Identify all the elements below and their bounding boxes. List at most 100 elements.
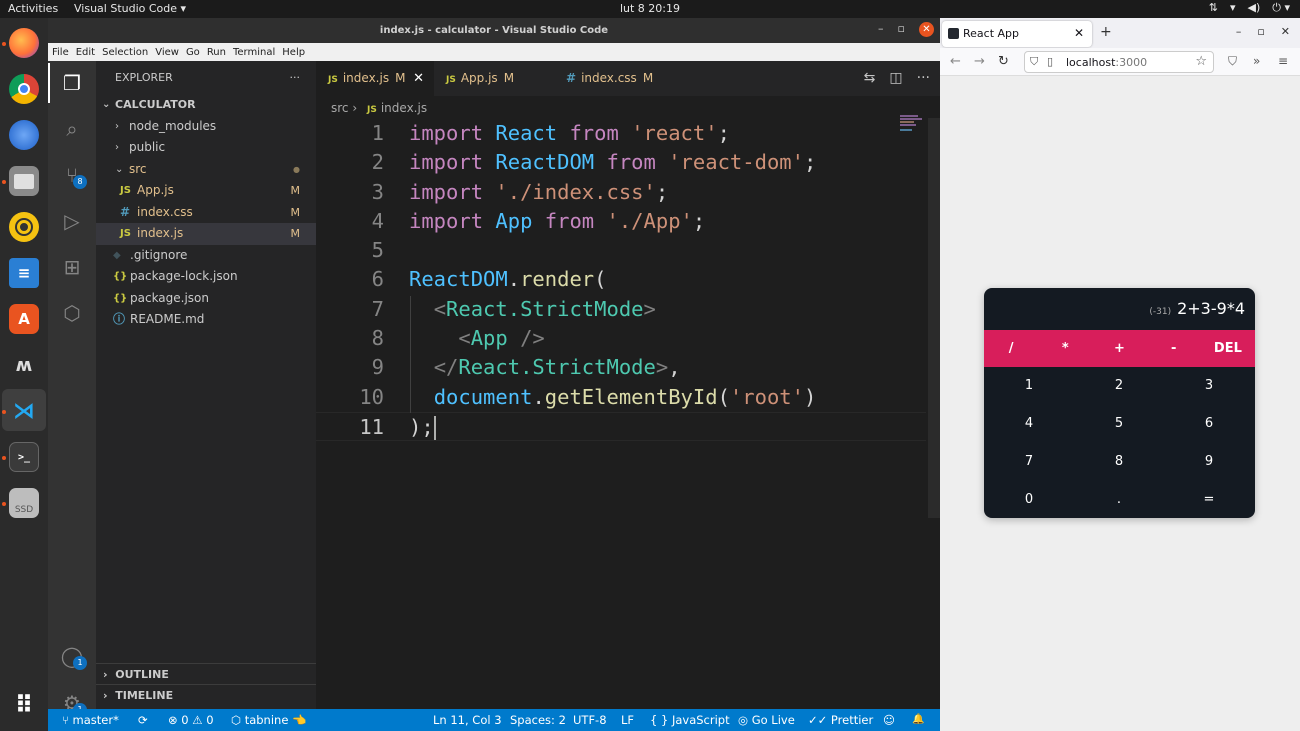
code-line[interactable]: 11); bbox=[316, 411, 926, 442]
menu-go[interactable]: Go bbox=[186, 47, 200, 58]
digit-button-3[interactable]: 3 bbox=[1164, 367, 1254, 405]
code-line[interactable]: 2 import ReactDOM from 'react-dom'; bbox=[316, 148, 926, 177]
tab-app-js[interactable]: JS App.js M bbox=[434, 61, 551, 96]
menu-help[interactable]: Help bbox=[282, 47, 305, 58]
hamburger-menu-icon[interactable]: ≡ bbox=[1278, 54, 1288, 68]
digit-button-5[interactable]: 5 bbox=[1074, 405, 1164, 443]
equals-button[interactable]: = bbox=[1164, 481, 1254, 518]
digit-button-6[interactable]: 6 bbox=[1164, 405, 1254, 443]
writer-icon[interactable]: ≡ bbox=[9, 258, 39, 288]
cursor-position[interactable]: Ln 11, Col 3 bbox=[433, 709, 502, 731]
decimal-button[interactable]: . bbox=[1074, 481, 1164, 518]
tree-item[interactable]: ⌄ src ● bbox=[96, 159, 316, 181]
thunderbird-icon[interactable] bbox=[9, 120, 39, 150]
code-line[interactable]: 5 bbox=[316, 236, 926, 265]
close-button[interactable]: ✕ bbox=[1281, 25, 1290, 38]
page-info-icon[interactable]: ▯ bbox=[1047, 55, 1053, 68]
prettier-status[interactable]: ✓✓ Prettier bbox=[808, 709, 873, 731]
tracking-shield-icon[interactable]: ⛉ bbox=[1030, 55, 1038, 69]
code-line[interactable]: 4 import App from './App'; bbox=[316, 207, 926, 236]
problems-indicator[interactable]: ⊗ 0 ⚠ 0 bbox=[168, 709, 214, 731]
open-changes-icon[interactable]: ⇆ bbox=[864, 61, 876, 96]
add-button[interactable]: + bbox=[1092, 330, 1146, 367]
tree-item[interactable]: {} package.json bbox=[96, 288, 316, 310]
run-debug-icon[interactable]: ▷ bbox=[48, 201, 96, 241]
notifications-bell-icon[interactable]: 🔔 bbox=[912, 709, 924, 731]
reload-icon[interactable]: ↻ bbox=[998, 54, 1009, 69]
sync-icon[interactable]: ⟳ bbox=[138, 709, 148, 731]
pocket-icon[interactable]: ⛉ bbox=[1228, 54, 1237, 69]
more-actions-icon[interactable]: ··· bbox=[290, 61, 301, 94]
maximize-button[interactable]: ▫ bbox=[898, 22, 905, 37]
system-tray[interactable]: ⇅ ▾ ◀) ⏻ ▾ bbox=[1209, 1, 1290, 15]
encoding[interactable]: UTF-8 bbox=[573, 709, 607, 731]
bookmark-star-icon[interactable]: ☆ bbox=[1195, 54, 1207, 69]
overflow-chevron-icon[interactable]: » bbox=[1253, 54, 1260, 68]
explorer-icon[interactable]: ❐ bbox=[48, 63, 96, 103]
minimize-button[interactable]: – bbox=[1236, 25, 1242, 38]
divide-button[interactable]: / bbox=[984, 330, 1038, 367]
breadcrumb-folder[interactable]: src bbox=[331, 101, 349, 115]
tab-index-js[interactable]: JS index.js M ✕ bbox=[316, 61, 434, 96]
network-icon[interactable]: ⇅ bbox=[1209, 1, 1218, 15]
delete-button[interactable]: DEL bbox=[1201, 330, 1255, 367]
search-icon[interactable]: ⌕ bbox=[48, 109, 96, 149]
feedback-icon[interactable]: ☺ bbox=[883, 709, 895, 731]
digit-button-7[interactable]: 7 bbox=[984, 443, 1074, 481]
digit-button-9[interactable]: 9 bbox=[1164, 443, 1254, 481]
new-tab-button[interactable]: + bbox=[1100, 24, 1112, 40]
multiply-button[interactable]: * bbox=[1038, 330, 1092, 367]
tabnine-status[interactable]: ⬡ tabnine 👈 bbox=[231, 709, 306, 731]
tree-item[interactable]: JS App.js M bbox=[96, 180, 316, 202]
digit-button-1[interactable]: 1 bbox=[984, 367, 1074, 405]
tree-item[interactable]: ◆ .gitignore bbox=[96, 245, 316, 267]
code-line[interactable]: 8 <App /> bbox=[316, 324, 926, 353]
subtract-button[interactable]: - bbox=[1147, 330, 1201, 367]
minimize-button[interactable]: – bbox=[878, 22, 884, 37]
volume-icon[interactable]: ◀) bbox=[1248, 1, 1261, 15]
digit-button-8[interactable]: 8 bbox=[1074, 443, 1164, 481]
tree-item[interactable]: ⓘ README.md bbox=[96, 309, 316, 331]
tree-item[interactable]: › node_modules bbox=[96, 116, 316, 138]
ssd-drive-icon[interactable]: SSD bbox=[9, 488, 39, 518]
minimap[interactable] bbox=[900, 115, 926, 131]
files-icon[interactable] bbox=[9, 166, 39, 196]
close-tab-icon[interactable]: ✕ bbox=[413, 61, 424, 96]
mendeley-icon[interactable]: ʍ bbox=[9, 350, 39, 380]
tree-item[interactable]: {} package-lock.json bbox=[96, 266, 316, 288]
git-branch[interactable]: ⑂ master* bbox=[62, 709, 119, 731]
tree-item[interactable]: JS index.js M bbox=[96, 223, 316, 245]
tree-item[interactable]: › public bbox=[96, 137, 316, 159]
apps-grid-icon[interactable]: ⠿ bbox=[9, 690, 39, 720]
menu-view[interactable]: View bbox=[155, 47, 179, 58]
source-control-icon[interactable]: ⑂ 8 bbox=[48, 155, 96, 195]
timeline-section[interactable]: › TIMELINE bbox=[96, 684, 316, 705]
digit-button-0[interactable]: 0 bbox=[984, 481, 1074, 518]
code-line[interactable]: 3 import './index.css'; bbox=[316, 178, 926, 207]
terminal-icon[interactable]: >_ bbox=[9, 442, 39, 472]
breadcrumb-file[interactable]: index.js bbox=[381, 101, 427, 115]
close-button[interactable]: ✕ bbox=[919, 22, 934, 37]
tree-item[interactable]: # index.css M bbox=[96, 202, 316, 224]
extensions-icon[interactable]: ⊞ bbox=[48, 247, 96, 287]
rhythmbox-icon[interactable] bbox=[9, 212, 39, 242]
menu-selection[interactable]: Selection bbox=[102, 47, 148, 58]
power-icon[interactable]: ⏻ ▾ bbox=[1272, 1, 1290, 15]
forward-arrow-icon[interactable]: → bbox=[974, 54, 985, 69]
editor-scrollbar[interactable] bbox=[928, 118, 940, 518]
code-line[interactable]: 9 </React.StrictMode>, bbox=[316, 353, 926, 382]
menu-run[interactable]: Run bbox=[207, 47, 226, 58]
digit-button-2[interactable]: 2 bbox=[1074, 367, 1164, 405]
remote-explorer-icon[interactable]: ⬡ bbox=[48, 293, 96, 333]
wifi-icon[interactable]: ▾ bbox=[1230, 1, 1236, 15]
back-arrow-icon[interactable]: ← bbox=[950, 54, 961, 69]
url-bar[interactable]: ⛉ ▯ localhost:3000 ☆ bbox=[1024, 51, 1214, 73]
more-actions-icon[interactable]: ··· bbox=[917, 61, 930, 96]
code-line[interactable]: 6 ReactDOM.render( bbox=[316, 265, 926, 294]
go-live-button[interactable]: ◎ Go Live bbox=[738, 709, 795, 731]
browser-tab[interactable]: React App ✕ bbox=[942, 21, 1092, 47]
menu-terminal[interactable]: Terminal bbox=[233, 47, 275, 58]
line-ending[interactable]: LF bbox=[621, 709, 634, 731]
code-editor[interactable]: 1 import React from 'react'; 2 import React… bbox=[316, 119, 926, 442]
chrome-icon[interactable] bbox=[9, 74, 39, 104]
